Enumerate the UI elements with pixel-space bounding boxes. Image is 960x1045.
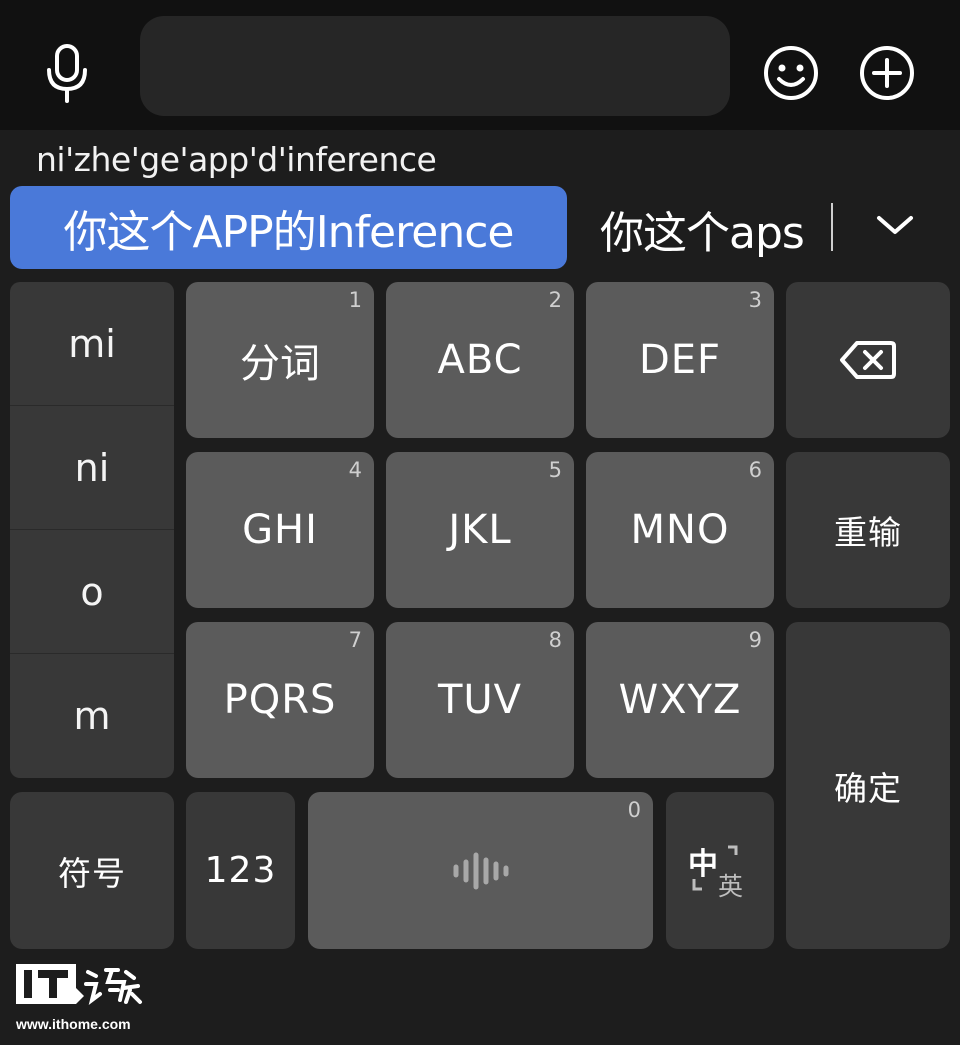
pinyin-candidate-list: mi ni o m <box>10 282 174 778</box>
key-7-pqrs[interactable]: 7 PQRS <box>186 622 374 778</box>
key-label: PQRS <box>223 677 337 723</box>
ithome-logo <box>16 964 142 1005</box>
key-9-wxyz[interactable]: 9 WXYZ <box>586 622 774 778</box>
key-4-ghi[interactable]: 4 GHI <box>186 452 374 608</box>
microphone-icon <box>47 44 87 103</box>
message-input-field[interactable] <box>140 16 730 116</box>
key-label: 分词 <box>240 341 320 387</box>
watermark-url: www.ithome.com <box>16 1016 131 1032</box>
key-number: 5 <box>548 458 562 482</box>
candidate-primary[interactable]: 你这个APP的Inference <box>10 186 567 269</box>
pinyin-composition: ni'zhe'ge'app'd'inference <box>36 140 437 179</box>
emoji-button[interactable] <box>762 44 820 102</box>
backspace-icon <box>840 341 896 379</box>
key-label: 确定 <box>834 768 902 808</box>
ithome-watermark: IT www.ithome.com <box>14 960 154 1035</box>
key-number: 7 <box>348 628 362 652</box>
key-label: 符号 <box>58 853 126 893</box>
key-number: 8 <box>548 628 562 652</box>
key-label: MNO <box>630 507 730 553</box>
language-switch-key[interactable]: 中 英 <box>666 792 774 949</box>
key-number: 4 <box>348 458 362 482</box>
emoji-icon <box>764 46 818 100</box>
key-label: JKL <box>448 507 512 553</box>
side-candidate-mi[interactable]: mi <box>10 282 174 406</box>
key-label: DEF <box>638 337 722 383</box>
key-number: 1 <box>348 288 362 312</box>
language-switch-icon: 中 英 <box>688 839 752 903</box>
key-number: 0 <box>627 798 641 822</box>
key-5-jkl[interactable]: 5 JKL <box>386 452 574 608</box>
text-cursor <box>831 203 833 251</box>
key-3-def[interactable]: 3 DEF <box>586 282 774 438</box>
key-label: 123 <box>204 850 277 891</box>
key-label: 重输 <box>834 513 902 552</box>
key-6-mno[interactable]: 6 MNO <box>586 452 774 608</box>
expand-candidates-button[interactable] <box>866 200 924 250</box>
key-number: 6 <box>748 458 762 482</box>
key-label: ABC <box>437 337 523 383</box>
plus-icon <box>860 46 914 100</box>
space-key[interactable]: 0 <box>308 792 653 949</box>
key-label: WXYZ <box>618 677 742 723</box>
add-button[interactable] <box>858 44 916 102</box>
key-label: TUV <box>437 677 523 723</box>
key-number: 3 <box>748 288 762 312</box>
key-number: 2 <box>548 288 562 312</box>
microphone-button[interactable] <box>38 42 96 104</box>
confirm-key[interactable]: 确定 <box>786 622 950 949</box>
symbols-key[interactable]: 符号 <box>10 792 174 949</box>
key-2-abc[interactable]: 2 ABC <box>386 282 574 438</box>
numbers-key[interactable]: 123 <box>186 792 295 949</box>
key-number: 9 <box>748 628 762 652</box>
chevron-down-icon <box>877 216 913 234</box>
reenter-key[interactable]: 重输 <box>786 452 950 608</box>
side-candidate-m[interactable]: m <box>10 654 174 778</box>
key-label: GHI <box>242 507 318 553</box>
key-8-tuv[interactable]: 8 TUV <box>386 622 574 778</box>
candidate-secondary[interactable]: 你这个aps <box>600 190 805 268</box>
side-candidate-o[interactable]: o <box>10 530 174 654</box>
voice-wave-icon <box>453 852 508 889</box>
side-candidate-ni[interactable]: ni <box>10 406 174 530</box>
backspace-key[interactable] <box>786 282 950 438</box>
key-1-fenci[interactable]: 1 分词 <box>186 282 374 438</box>
